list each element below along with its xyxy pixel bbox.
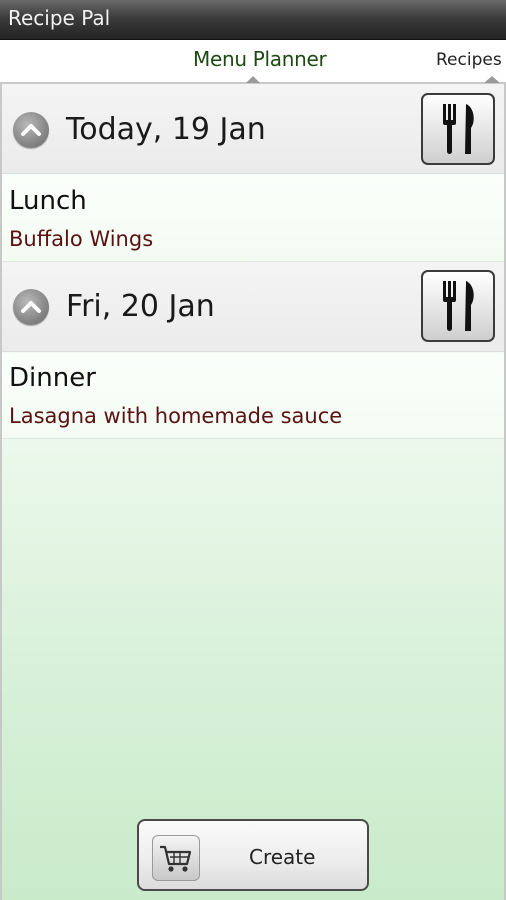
cutlery-icon[interactable] xyxy=(421,93,495,165)
day-title: Fri, 20 Jan xyxy=(66,289,215,324)
day-title: Today, 19 Jan xyxy=(66,112,266,147)
meal-type: Dinner xyxy=(9,363,96,393)
title-bar: Recipe Pal xyxy=(0,0,506,40)
menu-planner-list: Today, 19 Jan Lunch Buffalo Wings Fri, 2… xyxy=(0,84,506,900)
create-button[interactable]: Create xyxy=(137,819,369,891)
tab-strip: Menu Planner Recipes xyxy=(0,40,506,84)
chevron-up-icon[interactable] xyxy=(13,289,49,325)
app-title: Recipe Pal xyxy=(8,6,111,30)
active-tab-indicator xyxy=(246,76,260,83)
tab-menu-planner[interactable]: Menu Planner xyxy=(193,47,327,71)
meal-name: Buffalo Wings xyxy=(9,227,154,251)
meal-type: Lunch xyxy=(9,186,87,216)
meal-name: Lasagna with homemade sauce xyxy=(9,404,343,428)
day-header[interactable]: Fri, 20 Jan xyxy=(2,262,504,352)
meal-row[interactable]: Lunch Buffalo Wings xyxy=(2,176,504,262)
shopping-cart-icon xyxy=(152,835,200,881)
create-label: Create xyxy=(249,845,316,869)
cutlery-icon[interactable] xyxy=(421,270,495,342)
chevron-up-icon[interactable] xyxy=(13,112,49,148)
meal-row[interactable]: Dinner Lasagna with homemade sauce xyxy=(2,353,504,439)
tab-recipes[interactable]: Recipes xyxy=(436,50,502,70)
next-tab-indicator xyxy=(484,76,500,83)
day-header[interactable]: Today, 19 Jan xyxy=(2,84,504,174)
